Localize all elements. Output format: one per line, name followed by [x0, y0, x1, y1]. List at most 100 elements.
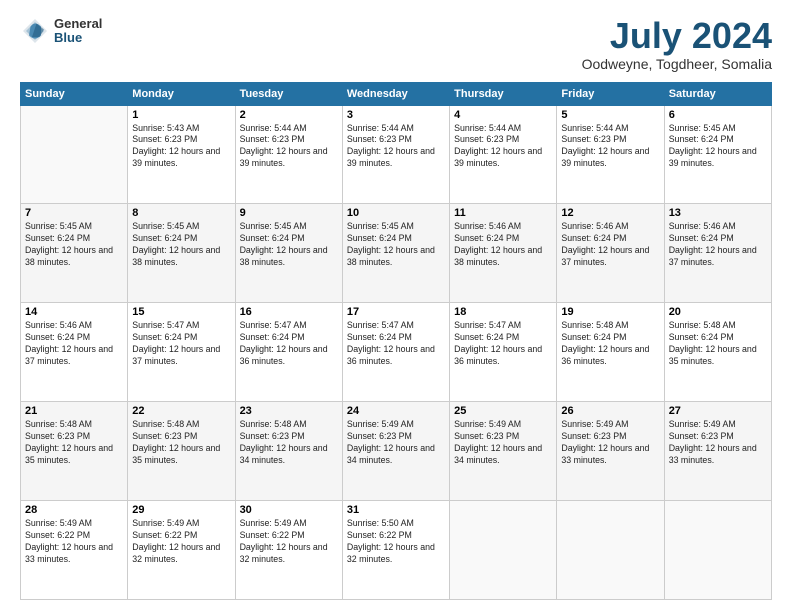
day-info: Sunrise: 5:45 AM Sunset: 6:24 PM Dayligh… — [240, 221, 338, 269]
day-number: 29 — [132, 504, 230, 516]
calendar-cell: 21 Sunrise: 5:48 AM Sunset: 6:23 PM Dayli… — [21, 402, 128, 501]
day-number: 3 — [347, 109, 445, 121]
calendar-cell: 31 Sunrise: 5:50 AM Sunset: 6:22 PM Dayli… — [342, 501, 449, 600]
calendar-cell — [450, 501, 557, 600]
calendar-cell: 8Sunrise: 5:45 AM Sunset: 6:24 PM Daylig… — [128, 204, 235, 303]
calendar-cell: 28 Sunrise: 5:49 AM Sunset: 6:22 PM Dayli… — [21, 501, 128, 600]
calendar-cell — [557, 501, 664, 600]
header-cell-thursday: Thursday — [450, 82, 557, 105]
day-info: Sunrise: 5:49 AM Sunset: 6:23 PM Dayligh… — [347, 419, 445, 467]
day-info: Sunrise: 5:49 AM Sunset: 6:23 PM Dayligh… — [669, 419, 767, 467]
day-info: Sunrise: 5:46 AM Sunset: 6:24 PM Dayligh… — [25, 320, 123, 368]
header-cell-monday: Monday — [128, 82, 235, 105]
day-number: 7 — [25, 207, 123, 219]
header-cell-saturday: Saturday — [664, 82, 771, 105]
title-block: July 2024 Oodweyne, Togdheer, Somalia — [582, 16, 772, 72]
day-info: Sunrise: 5:49 AM Sunset: 6:22 PM Dayligh… — [240, 518, 338, 566]
day-number: 11 — [454, 207, 552, 219]
day-number: 30 — [240, 504, 338, 516]
day-number: 15 — [132, 306, 230, 318]
day-number: 10 — [347, 207, 445, 219]
calendar-cell: 12 Sunrise: 5:46 AM Sunset: 6:24 PM Dayli… — [557, 204, 664, 303]
logo-icon — [20, 16, 50, 46]
day-number: 13 — [669, 207, 767, 219]
day-number: 22 — [132, 405, 230, 417]
calendar-cell — [21, 105, 128, 204]
day-number: 21 — [25, 405, 123, 417]
day-number: 23 — [240, 405, 338, 417]
day-number: 8 — [132, 207, 230, 219]
calendar-cell: 3 Sunrise: 5:44 AM Sunset: 6:23 PM Daylig… — [342, 105, 449, 204]
day-info: Sunrise: 5:47 AM Sunset: 6:24 PM Dayligh… — [132, 320, 230, 368]
day-number: 27 — [669, 405, 767, 417]
day-number: 31 — [347, 504, 445, 516]
day-info: Sunrise: 5:47 AM Sunset: 6:24 PM Dayligh… — [347, 320, 445, 368]
day-number: 28 — [25, 504, 123, 516]
header-cell-wednesday: Wednesday — [342, 82, 449, 105]
day-number: 6 — [669, 109, 767, 121]
day-number: 5 — [561, 109, 659, 121]
calendar-cell: 11 Sunrise: 5:46 AM Sunset: 6:24 PM Dayli… — [450, 204, 557, 303]
day-info: Sunrise: 5:47 AM Sunset: 6:24 PM Dayligh… — [454, 320, 552, 368]
day-number: 16 — [240, 306, 338, 318]
calendar-cell: 23 Sunrise: 5:48 AM Sunset: 6:23 PM Dayli… — [235, 402, 342, 501]
day-number: 14 — [25, 306, 123, 318]
calendar-cell: 10Sunrise: 5:45 AM Sunset: 6:24 PM Dayli… — [342, 204, 449, 303]
location-subtitle: Oodweyne, Togdheer, Somalia — [582, 56, 772, 72]
day-info: Sunrise: 5:48 AM Sunset: 6:23 PM Dayligh… — [240, 419, 338, 467]
day-number: 4 — [454, 109, 552, 121]
calendar-cell: 19 Sunrise: 5:48 AM Sunset: 6:24 PM Dayli… — [557, 303, 664, 402]
calendar-cell: 5 Sunrise: 5:44 AM Sunset: 6:23 PM Daylig… — [557, 105, 664, 204]
page: General Blue July 2024 Oodweyne, Togdhee… — [0, 0, 792, 612]
day-info: Sunrise: 5:46 AM Sunset: 6:24 PM Dayligh… — [561, 221, 659, 269]
day-info: Sunrise: 5:44 AM Sunset: 6:23 PM Dayligh… — [347, 123, 445, 171]
calendar-cell: 26Sunrise: 5:49 AM Sunset: 6:23 PM Dayli… — [557, 402, 664, 501]
day-info: Sunrise: 5:46 AM Sunset: 6:24 PM Dayligh… — [669, 221, 767, 269]
day-info: Sunrise: 5:46 AM Sunset: 6:24 PM Dayligh… — [454, 221, 552, 269]
calendar-week-row: 1Sunrise: 5:43 AM Sunset: 6:23 PM Daylig… — [21, 105, 772, 204]
calendar-week-row: 28 Sunrise: 5:49 AM Sunset: 6:22 PM Dayli… — [21, 501, 772, 600]
day-number: 9 — [240, 207, 338, 219]
day-number: 17 — [347, 306, 445, 318]
calendar-table: SundayMondayTuesdayWednesdayThursdayFrid… — [20, 82, 772, 600]
day-number: 20 — [669, 306, 767, 318]
calendar-week-row: 14 Sunrise: 5:46 AM Sunset: 6:24 PM Dayli… — [21, 303, 772, 402]
calendar-cell: 24 Sunrise: 5:49 AM Sunset: 6:23 PM Dayli… — [342, 402, 449, 501]
calendar-cell — [664, 501, 771, 600]
day-info: Sunrise: 5:48 AM Sunset: 6:23 PM Dayligh… — [25, 419, 123, 467]
logo-general-text: General — [54, 17, 102, 31]
day-number: 12 — [561, 207, 659, 219]
day-info: Sunrise: 5:50 AM Sunset: 6:22 PM Dayligh… — [347, 518, 445, 566]
day-number: 18 — [454, 306, 552, 318]
calendar-week-row: 21 Sunrise: 5:48 AM Sunset: 6:23 PM Dayli… — [21, 402, 772, 501]
day-info: Sunrise: 5:44 AM Sunset: 6:23 PM Dayligh… — [561, 123, 659, 171]
calendar-cell: 17 Sunrise: 5:47 AM Sunset: 6:24 PM Dayli… — [342, 303, 449, 402]
day-info: Sunrise: 5:48 AM Sunset: 6:24 PM Dayligh… — [561, 320, 659, 368]
day-info: Sunrise: 5:49 AM Sunset: 6:23 PM Dayligh… — [561, 419, 659, 467]
month-title: July 2024 — [582, 16, 772, 56]
day-number: 2 — [240, 109, 338, 121]
calendar-cell: 27 Sunrise: 5:49 AM Sunset: 6:23 PM Dayli… — [664, 402, 771, 501]
calendar-cell: 4 Sunrise: 5:44 AM Sunset: 6:23 PM Daylig… — [450, 105, 557, 204]
day-info: Sunrise: 5:49 AM Sunset: 6:22 PM Dayligh… — [25, 518, 123, 566]
day-number: 24 — [347, 405, 445, 417]
calendar-cell: 30 Sunrise: 5:49 AM Sunset: 6:22 PM Dayli… — [235, 501, 342, 600]
calendar-cell: 25Sunrise: 5:49 AM Sunset: 6:23 PM Dayli… — [450, 402, 557, 501]
logo: General Blue — [20, 16, 102, 46]
calendar-cell: 6 Sunrise: 5:45 AM Sunset: 6:24 PM Daylig… — [664, 105, 771, 204]
day-info: Sunrise: 5:45 AM Sunset: 6:24 PM Dayligh… — [25, 221, 123, 269]
day-number: 25 — [454, 405, 552, 417]
day-number: 1 — [132, 109, 230, 121]
calendar-cell: 9 Sunrise: 5:45 AM Sunset: 6:24 PM Daylig… — [235, 204, 342, 303]
day-number: 19 — [561, 306, 659, 318]
day-info: Sunrise: 5:49 AM Sunset: 6:22 PM Dayligh… — [132, 518, 230, 566]
calendar-cell: 7 Sunrise: 5:45 AM Sunset: 6:24 PM Daylig… — [21, 204, 128, 303]
calendar-cell: 14 Sunrise: 5:46 AM Sunset: 6:24 PM Dayli… — [21, 303, 128, 402]
day-info: Sunrise: 5:45 AM Sunset: 6:24 PM Dayligh… — [669, 123, 767, 171]
day-info: Sunrise: 5:44 AM Sunset: 6:23 PM Dayligh… — [454, 123, 552, 171]
calendar-cell: 22Sunrise: 5:48 AM Sunset: 6:23 PM Dayli… — [128, 402, 235, 501]
calendar-header-row: SundayMondayTuesdayWednesdayThursdayFrid… — [21, 82, 772, 105]
calendar-cell: 18 Sunrise: 5:47 AM Sunset: 6:24 PM Dayli… — [450, 303, 557, 402]
calendar-cell: 20Sunrise: 5:48 AM Sunset: 6:24 PM Dayli… — [664, 303, 771, 402]
header: General Blue July 2024 Oodweyne, Togdhee… — [20, 16, 772, 72]
